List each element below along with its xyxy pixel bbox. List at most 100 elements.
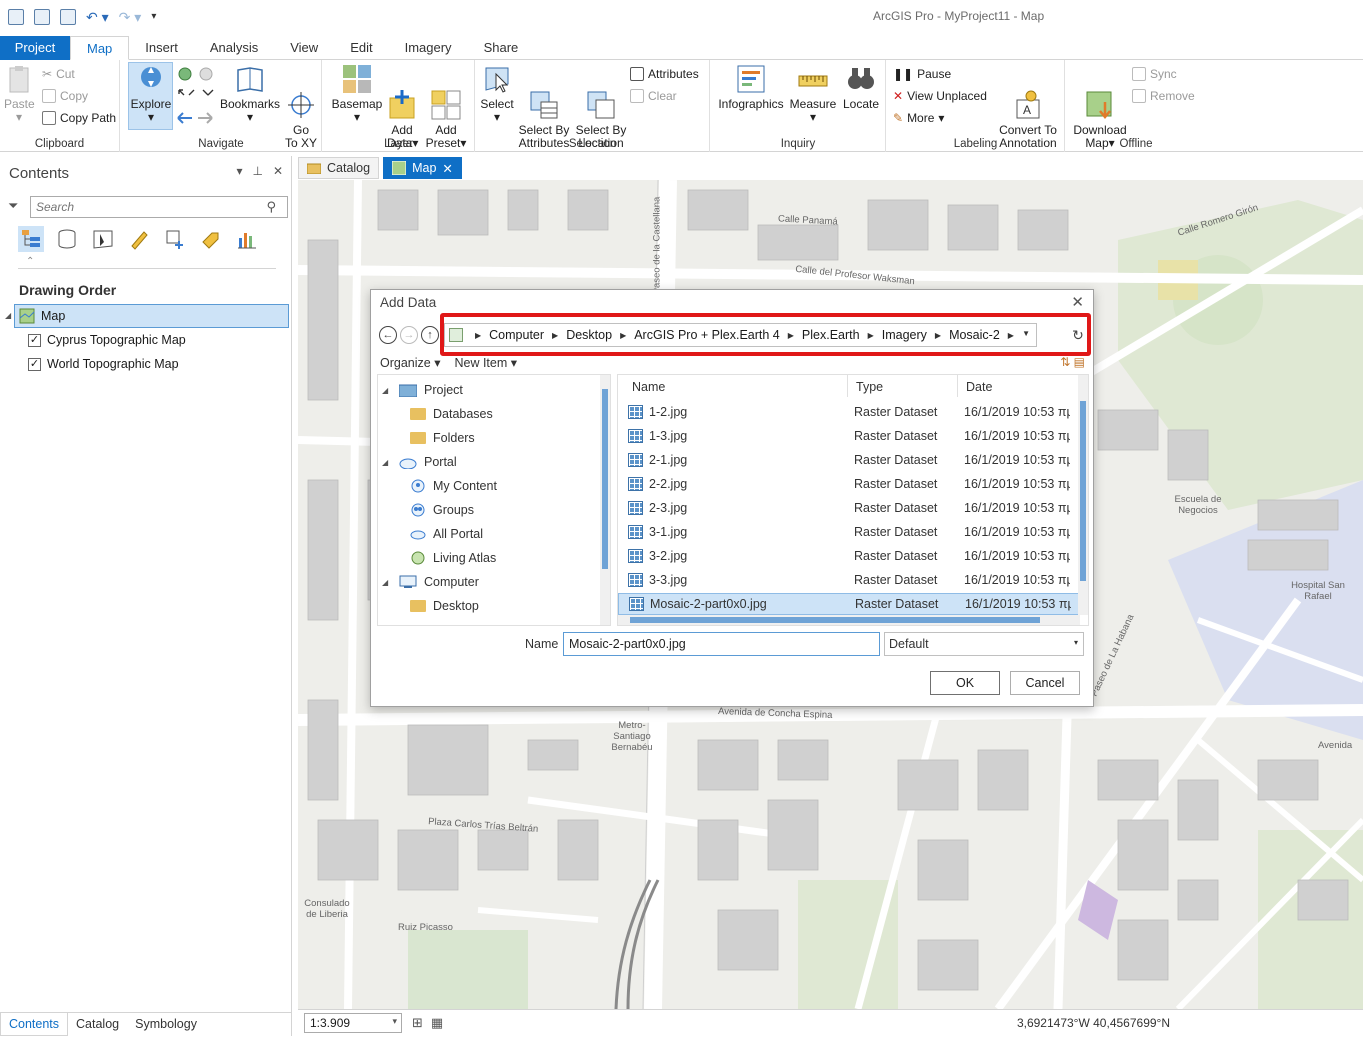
file-row[interactable]: 2-2.jpg Raster Dataset 16/1/2019 10:53 πμ: [618, 473, 1080, 495]
nav-node-desktop[interactable]: Desktop: [410, 595, 479, 617]
dialog-close-icon[interactable]: ✕: [1071, 293, 1084, 311]
nav-node-portal[interactable]: ◢ Portal: [382, 451, 457, 473]
up-icon[interactable]: ↑: [421, 326, 439, 344]
attributes-button[interactable]: Attributes: [630, 67, 699, 81]
tab-symbology[interactable]: Symbology: [127, 1013, 205, 1036]
select-button[interactable]: Select ▾: [480, 64, 514, 124]
clear-button[interactable]: Clear: [630, 89, 677, 103]
infographics-button[interactable]: Infographics: [717, 64, 785, 111]
pane-close-icon[interactable]: ✕: [273, 164, 283, 178]
list-by-drawing-order-icon[interactable]: [18, 226, 44, 252]
basemap-button[interactable]: Basemap ▾: [331, 64, 383, 124]
file-row[interactable]: 3-3.jpg Raster Dataset 16/1/2019 10:53 πμ: [618, 569, 1080, 591]
cancel-button[interactable]: Cancel: [1010, 671, 1080, 695]
tab-project[interactable]: Project: [0, 36, 70, 60]
more-button[interactable]: ✎ More ▾: [893, 111, 944, 125]
list-by-data-source-icon[interactable]: [54, 226, 80, 252]
file-row[interactable]: Mosaic-2-part0x0.jpg Raster Dataset 16/1/2…: [618, 593, 1080, 615]
nav-node-databases[interactable]: Databases: [410, 403, 493, 425]
nav-node-my-content[interactable]: My Content: [410, 475, 497, 497]
open-project-icon[interactable]: [34, 9, 50, 25]
file-row[interactable]: 2-1.jpg Raster Dataset 16/1/2019 10:53 πμ: [618, 449, 1080, 471]
tab-map[interactable]: Map: [70, 36, 130, 60]
sync-button[interactable]: Sync: [1132, 67, 1177, 81]
organize-menu[interactable]: Organize ▾: [380, 355, 440, 370]
doc-tab-map[interactable]: Map ✕: [383, 157, 462, 179]
collapse-icon[interactable]: ◢: [382, 458, 392, 467]
filter-icon[interactable]: ⏷: [8, 199, 22, 213]
grid-icon[interactable]: ▦: [431, 1015, 443, 1031]
view-unplaced-button[interactable]: ✕ View Unplaced: [893, 89, 987, 103]
scroll-thumb[interactable]: [630, 617, 1040, 623]
layer-row-cyprus[interactable]: ✓ Cyprus Topographic Map: [28, 329, 186, 351]
file-list-hscroll[interactable]: [618, 615, 1080, 625]
file-row[interactable]: 1-2.jpg Raster Dataset 16/1/2019 10:53 πμ: [618, 401, 1080, 423]
file-row[interactable]: 1-3.jpg Raster Dataset 16/1/2019 10:53 πμ: [618, 425, 1080, 447]
map-layer-item[interactable]: Map: [14, 304, 289, 328]
bookmarks-button[interactable]: Bookmarks ▾: [219, 64, 281, 124]
list-by-selection-icon[interactable]: [90, 226, 116, 252]
scale-selector[interactable]: 1:3.909 ▾: [304, 1013, 402, 1033]
list-by-labeling-icon[interactable]: [198, 226, 224, 252]
pause-button[interactable]: ❚❚ Pause: [893, 67, 951, 81]
tab-catalog[interactable]: Catalog: [68, 1013, 127, 1036]
column-type[interactable]: Type: [848, 375, 958, 397]
nav-node-groups[interactable]: Groups: [410, 499, 474, 521]
new-project-icon[interactable]: [8, 9, 24, 25]
copy-button[interactable]: Copy: [42, 89, 88, 103]
nav-node-project[interactable]: ◢ Project: [382, 379, 463, 401]
tab-contents[interactable]: Contents: [0, 1013, 69, 1036]
search-icon[interactable]: ⚲: [266, 199, 276, 215]
redo-icon[interactable]: ↷ ▾: [119, 9, 142, 25]
customize-qat-icon[interactable]: ▾: [151, 9, 156, 25]
tab-analysis[interactable]: Analysis: [194, 36, 274, 60]
list-by-editing-icon[interactable]: [126, 226, 152, 252]
pin-icon[interactable]: ⊥: [252, 164, 262, 178]
locate-button[interactable]: Locate: [841, 64, 881, 111]
tab-imagery[interactable]: Imagery: [389, 36, 468, 60]
scroll-thumb[interactable]: [602, 389, 608, 569]
new-item-menu[interactable]: New Item ▾: [454, 355, 517, 370]
nav-node-living-atlas[interactable]: Living Atlas: [410, 547, 496, 569]
tab-edit[interactable]: Edit: [334, 36, 388, 60]
cut-button[interactable]: ✂ Cut: [42, 67, 75, 81]
snapping-icon[interactable]: ⊞: [412, 1015, 423, 1031]
save-project-icon[interactable]: [60, 9, 76, 25]
file-row[interactable]: 3-2.jpg Raster Dataset 16/1/2019 10:53 πμ: [618, 545, 1080, 567]
forward-icon[interactable]: →: [400, 326, 418, 344]
sort-icon[interactable]: ⇅ ▤: [1060, 355, 1085, 369]
filter-select[interactable]: Default ▾: [884, 632, 1084, 656]
file-row[interactable]: 2-3.jpg Raster Dataset 16/1/2019 10:53 πμ: [618, 497, 1080, 519]
column-name[interactable]: Name: [618, 375, 848, 397]
back-icon[interactable]: ←: [379, 326, 397, 344]
tab-share[interactable]: Share: [468, 36, 535, 60]
nav-tree-scrollbar[interactable]: [600, 375, 610, 625]
nav-node-computer[interactable]: ◢ Computer: [382, 571, 479, 593]
copy-path-button[interactable]: Copy Path: [42, 111, 116, 125]
undo-icon[interactable]: ↶ ▾: [86, 9, 109, 25]
map-expand-icon[interactable]: ◢: [5, 311, 11, 320]
tab-view[interactable]: View: [274, 36, 334, 60]
tab-insert[interactable]: Insert: [129, 36, 194, 60]
doc-tab-catalog[interactable]: Catalog: [298, 157, 380, 179]
pane-menu-icon[interactable]: ▾: [236, 164, 242, 178]
collapse-icon[interactable]: ◢: [382, 386, 392, 395]
contents-search-input[interactable]: [30, 196, 288, 218]
file-list-vscroll[interactable]: [1078, 375, 1088, 615]
layer-visibility-checkbox[interactable]: ✓: [28, 357, 41, 371]
name-field[interactable]: [563, 632, 880, 656]
file-row[interactable]: 3-1.jpg Raster Dataset 16/1/2019 10:53 πμ: [618, 521, 1080, 543]
remove-button[interactable]: Remove: [1132, 89, 1195, 103]
collapse-icon[interactable]: ◢: [382, 578, 392, 587]
layer-visibility-checkbox[interactable]: ✓: [28, 333, 41, 347]
explore-button[interactable]: Explore ▾: [130, 64, 172, 124]
nav-node-all-portal[interactable]: All Portal: [410, 523, 483, 545]
list-by-charts-icon[interactable]: [234, 226, 260, 252]
scroll-thumb[interactable]: [1080, 401, 1086, 581]
measure-button[interactable]: Measure ▾: [789, 64, 837, 124]
column-date[interactable]: Date: [958, 375, 1080, 397]
paste-button[interactable]: Paste ▾: [4, 64, 35, 124]
nav-node-folders[interactable]: Folders: [410, 427, 475, 449]
layer-row-world[interactable]: ✓ World Topographic Map: [28, 353, 179, 375]
close-tab-icon[interactable]: ✕: [442, 161, 452, 176]
